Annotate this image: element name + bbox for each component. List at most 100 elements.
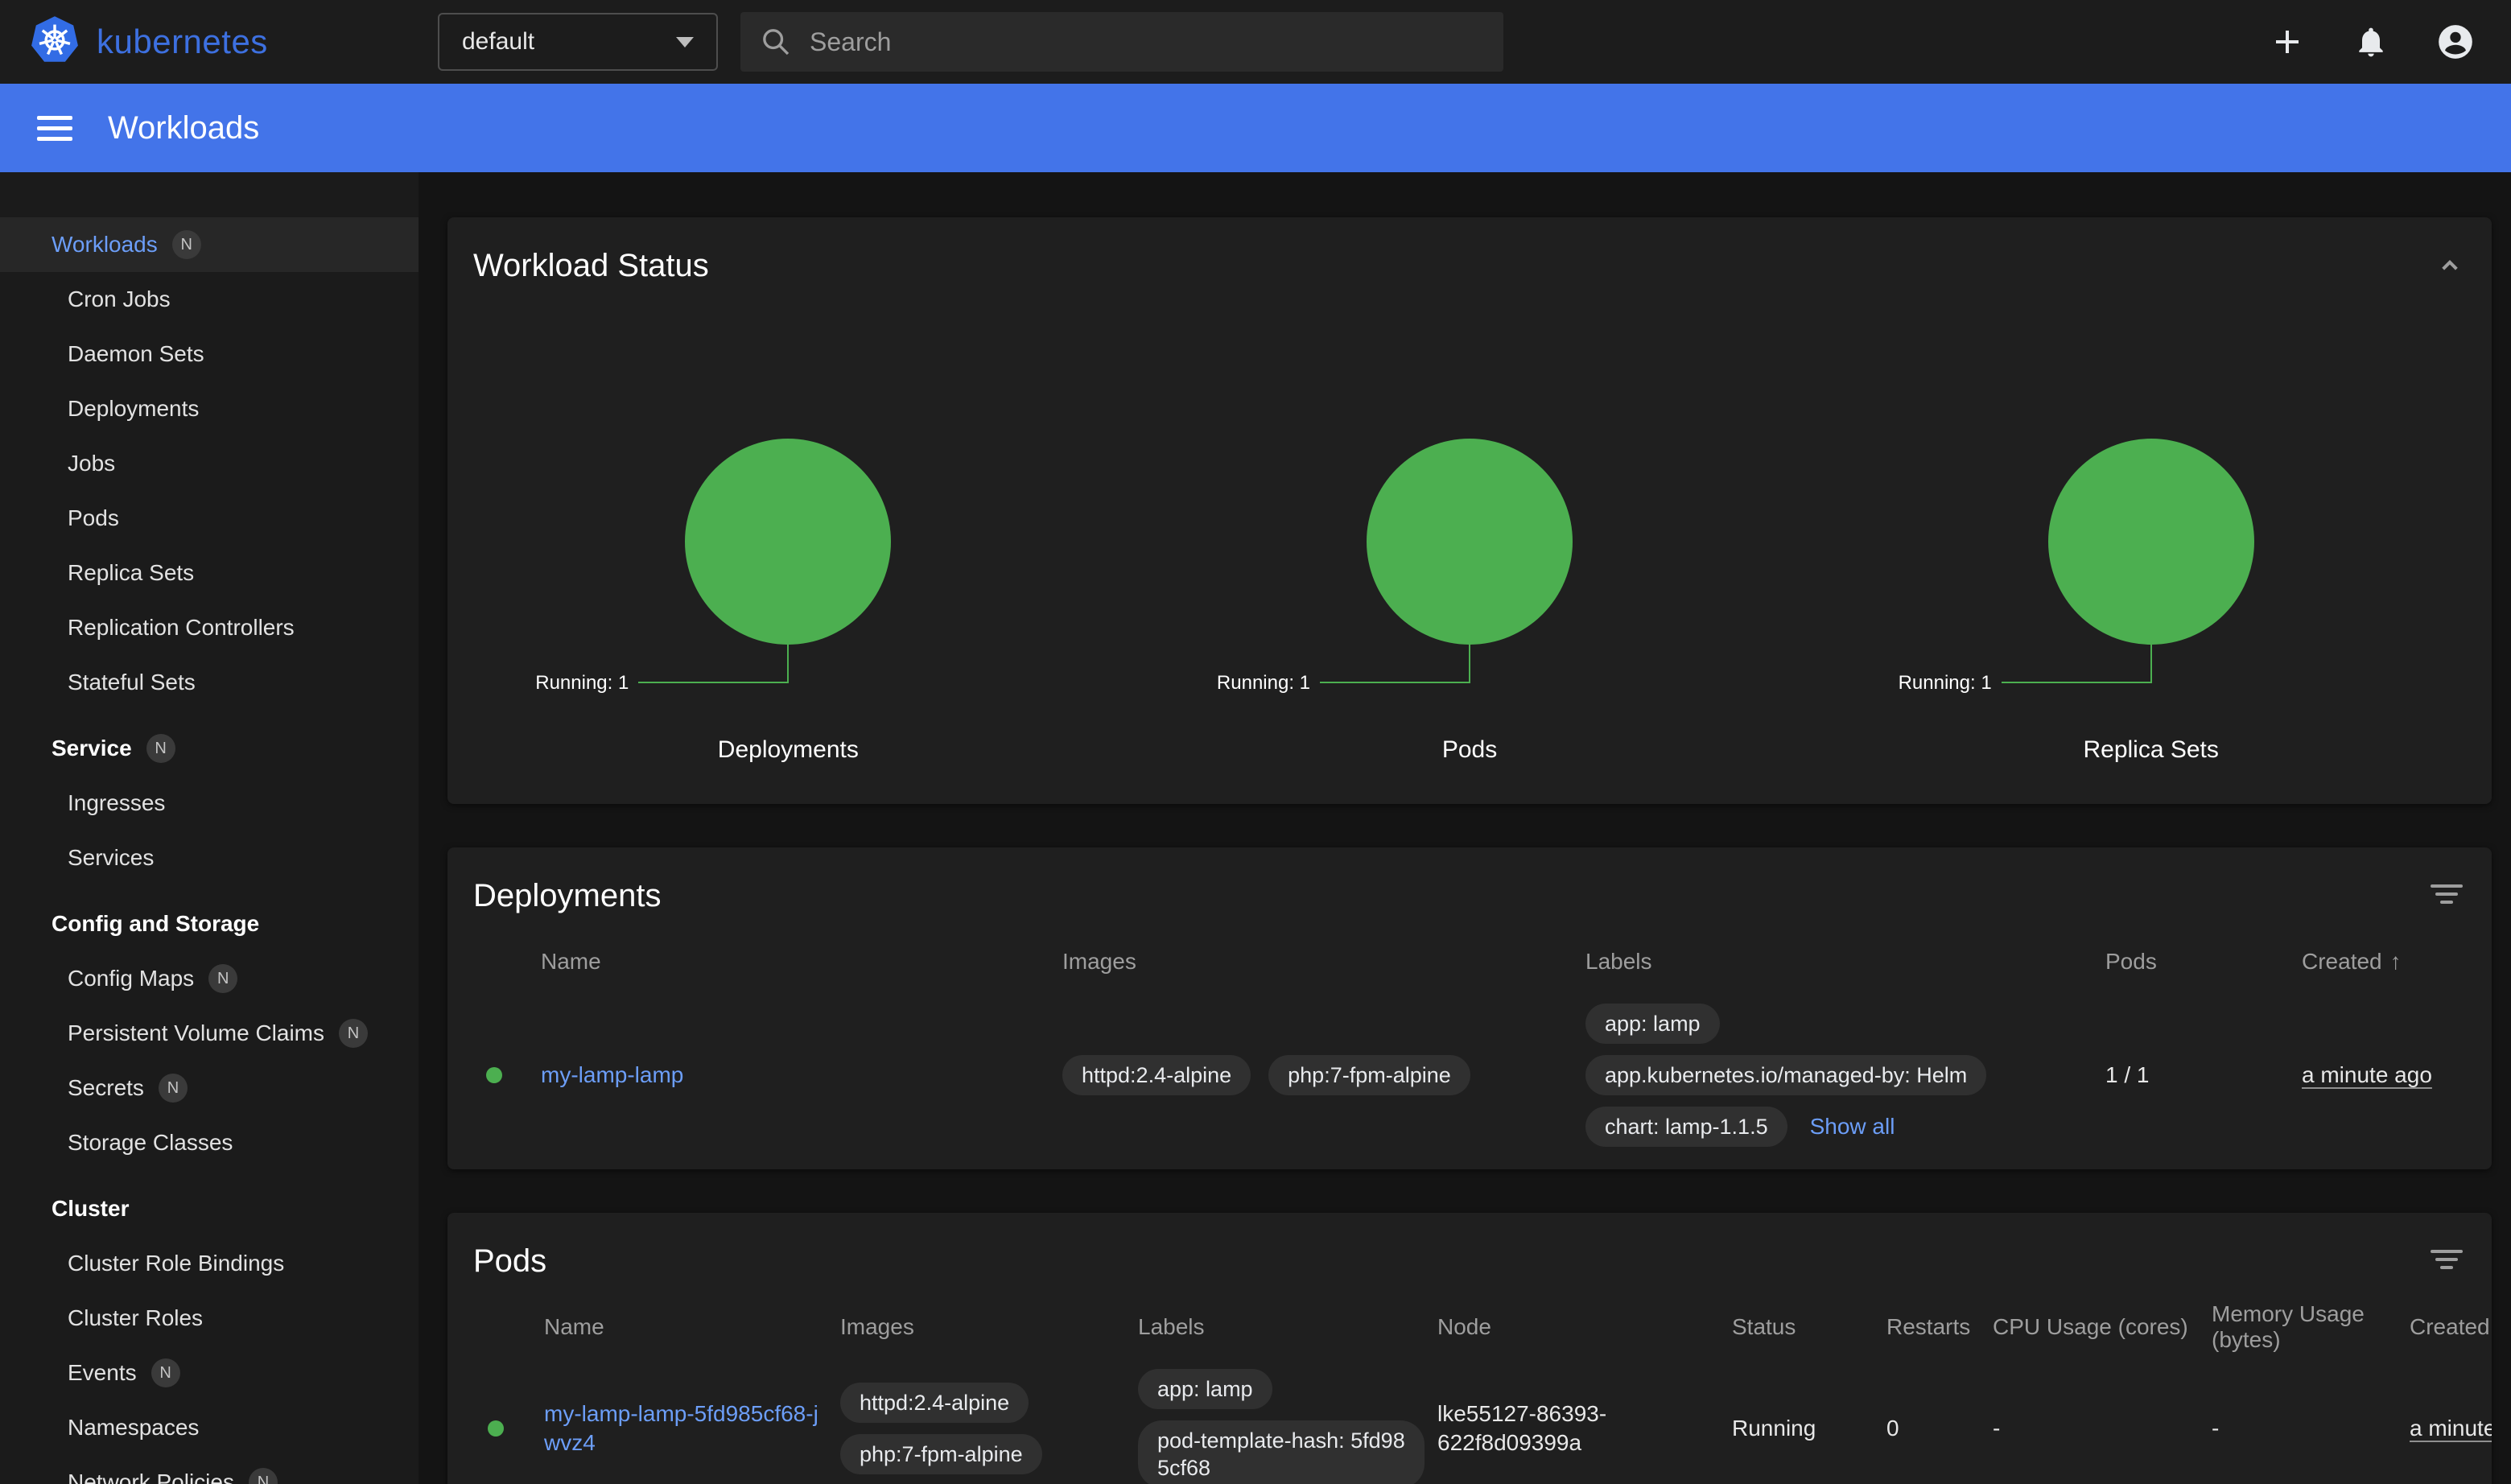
namespaced-badge: N xyxy=(159,1074,188,1103)
sidebar-item-daemon-sets[interactable]: Daemon Sets xyxy=(0,327,418,381)
sidebar-item-label: Pods xyxy=(68,505,119,531)
sidebar-item-cluster-roles[interactable]: Cluster Roles xyxy=(0,1291,418,1346)
namespaced-badge: N xyxy=(208,964,237,993)
sidebar-item-label: Cluster Role Bindings xyxy=(68,1251,284,1276)
account-avatar-icon[interactable] xyxy=(2435,22,2476,62)
label-chip: pod-template-hash: 5fd985cf68 xyxy=(1138,1420,1425,1484)
collapse-card-button[interactable] xyxy=(2434,246,2466,286)
column-header-restarts[interactable]: Restarts xyxy=(1886,1314,1993,1340)
sidebar-section-label: Config and Storage xyxy=(52,911,259,937)
namespaced-badge: N xyxy=(172,230,201,259)
pod-status: Running xyxy=(1732,1416,1886,1441)
sidebar-item-workloads[interactable]: Workloads N xyxy=(0,217,418,272)
annotation-line xyxy=(787,645,789,683)
sidebar-item-label: Cluster Roles xyxy=(68,1305,203,1331)
pods-chart: Running: 1 Pods xyxy=(1129,439,1811,804)
column-header-pods[interactable]: Pods xyxy=(2105,949,2302,975)
sidebar-section-label: Cluster xyxy=(52,1196,129,1222)
sidebar-item-label: Daemon Sets xyxy=(68,341,204,367)
kubernetes-logo[interactable]: kubernetes xyxy=(29,14,268,70)
search-input[interactable] xyxy=(810,27,1484,57)
sidebar-item-stateful-sets[interactable]: Stateful Sets xyxy=(0,655,418,710)
column-header-status[interactable]: Status xyxy=(1732,1314,1886,1340)
filter-icon[interactable] xyxy=(2427,876,2466,909)
restarts-count: 0 xyxy=(1886,1416,1993,1441)
column-header-labels[interactable]: Labels xyxy=(1585,949,2105,975)
create-resource-button[interactable] xyxy=(2268,23,2307,61)
sidebar-item-cron-jobs[interactable]: Cron Jobs xyxy=(0,272,418,327)
sidebar-item-deployments[interactable]: Deployments xyxy=(0,381,418,436)
sort-arrow-icon: ↑ xyxy=(2390,949,2402,975)
pod-name-link[interactable]: my-lamp-lamp-5fd985cf68-jwvz4 xyxy=(544,1401,818,1455)
filter-icon[interactable] xyxy=(2427,1242,2466,1274)
column-header-labels[interactable]: Labels xyxy=(1138,1314,1437,1340)
replica-sets-chart: Running: 1 Replica Sets xyxy=(1810,439,2492,804)
cpu-usage: - xyxy=(1993,1416,2212,1441)
card-title: Deployments xyxy=(473,876,661,915)
sidebar-item-replication-controllers[interactable]: Replication Controllers xyxy=(0,600,418,655)
top-actions xyxy=(2268,22,2511,62)
column-header-memory-usage[interactable]: Memory Usage (bytes) xyxy=(2212,1301,2410,1353)
namespace-value: default xyxy=(462,28,534,56)
column-header-cpu-usage[interactable]: CPU Usage (cores) xyxy=(1993,1314,2212,1340)
sidebar-item-label: Persistent Volume Claims xyxy=(68,1020,324,1046)
column-header-created[interactable]: Created ↑ xyxy=(2302,949,2492,975)
notifications-bell-icon[interactable] xyxy=(2353,24,2389,60)
sidebar-item-events[interactable]: Events N xyxy=(0,1346,418,1400)
app-bar: Workloads xyxy=(0,84,2511,172)
sidebar-item-label: Events xyxy=(68,1360,137,1386)
chart-label: Replica Sets xyxy=(2083,736,2218,804)
created-timestamp: a minute ago xyxy=(2410,1416,2492,1441)
workload-status-charts: Running: 1 Deployments Running: 1 Pods xyxy=(447,439,2492,804)
table-header-row: Name Images Labels Node Status Restarts … xyxy=(447,1301,2492,1353)
sidebar-item-jobs[interactable]: Jobs xyxy=(0,436,418,491)
search-bar[interactable] xyxy=(740,12,1503,72)
status-ok-icon xyxy=(486,1067,502,1083)
sidebar-section-label: Service xyxy=(52,736,132,761)
deployments-chart: Running: 1 Deployments xyxy=(447,439,1129,804)
sidebar-item-namespaces[interactable]: Namespaces xyxy=(0,1400,418,1455)
column-header-images[interactable]: Images xyxy=(840,1314,1138,1340)
sidebar-item-cluster-role-bindings[interactable]: Cluster Role Bindings xyxy=(0,1236,418,1291)
brand-text: kubernetes xyxy=(97,23,268,61)
column-header-created[interactable]: Created ↑ xyxy=(2410,1314,2492,1340)
column-header-name[interactable]: Name xyxy=(541,949,1062,975)
column-header-name[interactable]: Name xyxy=(544,1314,840,1340)
column-header-images[interactable]: Images xyxy=(1062,949,1585,975)
sidebar-item-label: Services xyxy=(68,845,154,871)
sidebar-item-label: Jobs xyxy=(68,451,115,476)
sidebar-item-storage-classes[interactable]: Storage Classes xyxy=(0,1115,418,1170)
sidebar-item-label: Deployments xyxy=(68,396,199,422)
sidebar-item-label: Namespaces xyxy=(68,1415,199,1441)
sidebar-item-ingresses[interactable]: Ingresses xyxy=(0,776,418,831)
sidebar-item-persistent-volume-claims[interactable]: Persistent Volume Claims N xyxy=(0,1006,418,1061)
sidebar-section-config-and-storage: Config and Storage xyxy=(0,897,418,951)
menu-hamburger-icon[interactable] xyxy=(37,109,72,147)
sidebar-item-secrets[interactable]: Secrets N xyxy=(0,1061,418,1115)
deployments-card: Deployments Name Images Labels Pods Crea… xyxy=(447,847,2492,1169)
chart-label: Pods xyxy=(1442,736,1497,804)
sidebar-item-replica-sets[interactable]: Replica Sets xyxy=(0,546,418,600)
namespaced-badge: N xyxy=(146,734,175,763)
sidebar-section-cluster: Cluster xyxy=(0,1181,418,1236)
sidebar-item-label: Storage Classes xyxy=(68,1130,233,1156)
sidebar-section-service[interactable]: Service N xyxy=(0,721,418,776)
sidebar-item-pods[interactable]: Pods xyxy=(0,491,418,546)
image-chip: httpd:2.4-alpine xyxy=(1062,1055,1251,1095)
deployment-name-link[interactable]: my-lamp-lamp xyxy=(541,1062,683,1087)
namespace-selector[interactable]: default xyxy=(438,13,718,71)
sidebar-item-config-maps[interactable]: Config Maps N xyxy=(0,951,418,1006)
search-icon xyxy=(760,26,792,58)
label-chip: app.kubernetes.io/managed-by: Helm xyxy=(1585,1055,1986,1095)
chart-annotation: Running: 1 xyxy=(1899,672,1992,695)
created-timestamp: a minute ago xyxy=(2302,1062,2432,1087)
annotation-line xyxy=(2150,645,2152,683)
namespaced-badge: N xyxy=(151,1358,180,1387)
label-chip: chart: lamp-1.1.5 xyxy=(1585,1107,1787,1147)
column-header-node[interactable]: Node xyxy=(1437,1314,1732,1340)
annotation-line xyxy=(1469,645,1470,683)
sidebar-item-services[interactable]: Services xyxy=(0,831,418,885)
show-all-link[interactable]: Show all xyxy=(1810,1114,1895,1140)
sidebar-item-network-policies[interactable]: Network Policies N xyxy=(0,1455,418,1484)
chevron-up-icon xyxy=(2434,249,2466,286)
